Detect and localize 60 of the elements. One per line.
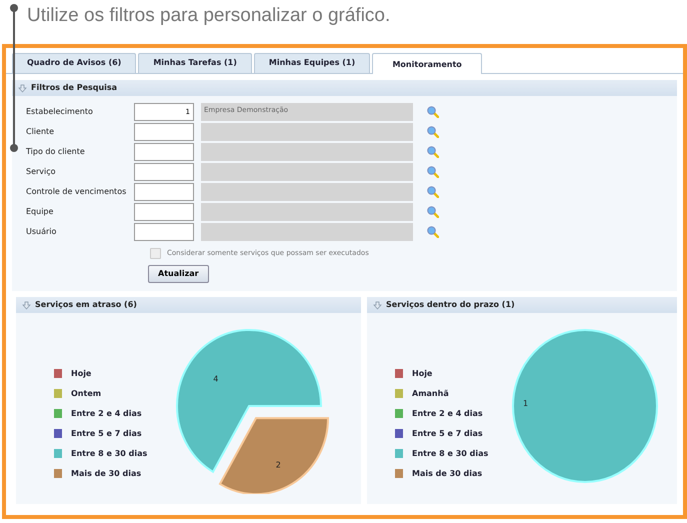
search-icon[interactable] [427,166,439,178]
legend-label: Ontem [71,388,102,400]
search-icon[interactable] [427,126,439,138]
code-field[interactable] [134,163,194,181]
search-icon[interactable] [427,186,439,198]
field-label: Tipo do cliente [26,146,86,158]
legend-label: Amanhã [412,388,449,400]
legend-swatch [54,449,62,458]
legend-label: Mais de 30 dias [71,468,142,480]
legend-label: Entre 2 e 4 dias [412,408,483,420]
panel-title: Serviços em atraso (6) [35,299,137,311]
caption-text: Utilize os filtros para personalizar o gráfico. [26,4,392,28]
code-field[interactable] [134,183,194,201]
code-field[interactable] [134,223,194,241]
legend-label: Entre 8 e 30 dias [71,448,148,460]
tab[interactable]: Quadro de Avisos (6) [12,53,136,73]
field-label: Serviço [26,166,57,178]
data-label: 1 [523,398,528,408]
search-icon[interactable] [427,106,439,118]
search-icon[interactable] [427,146,439,158]
legend-swatch [54,429,62,438]
legend-label: Entre 8 e 30 dias [412,448,488,460]
field-label: Cliente [26,126,56,138]
legend-swatch [54,389,62,398]
code-field[interactable] [134,203,194,221]
data-label: 4 [213,374,218,383]
tab[interactable]: Minhas Tarefas (1) [138,53,252,73]
data-label: 2 [276,460,281,469]
arrow-down-icon [22,300,31,310]
arrow-down-icon [373,300,382,310]
legend-swatch [395,429,403,438]
legend-swatch [54,409,62,418]
field-label: Controle de vencimentos [26,186,128,198]
panel-title: Serviços dentro do prazo (1) [386,299,515,311]
legend-label: Entre 5 e 7 dias [71,428,142,440]
arrow-down-icon [18,84,27,92]
legend-label: Entre 5 e 7 dias [412,428,483,440]
search-icon[interactable] [427,226,439,238]
legend-label: Hoje [412,368,432,380]
field-label: Equipe [26,206,54,218]
code-field[interactable] [134,143,194,161]
legend-swatch [395,409,403,418]
legend-label: Mais de 30 dias [412,468,482,480]
legend-swatch [395,469,403,478]
field-label: Usuário [26,226,58,238]
panel-title: Filtros de Pesquisa [31,82,118,94]
legend-swatch [395,449,403,458]
tab[interactable]: Minhas Equipes (1) [254,53,370,73]
legend-swatch [395,389,403,398]
legend-swatch [395,369,403,378]
code-field[interactable] [134,123,194,141]
legend-swatch [54,469,62,478]
search-icon[interactable] [427,206,439,218]
legend-swatch [54,369,62,378]
legend-label: Entre 2 e 4 dias [71,408,142,420]
tab[interactable]: Monitoramento [372,53,482,74]
checkbox[interactable] [150,248,161,259]
field-label: Estabelecimento [26,106,94,118]
update-button[interactable]: Atualizar [148,265,209,283]
legend-label: Hoje [71,368,92,380]
